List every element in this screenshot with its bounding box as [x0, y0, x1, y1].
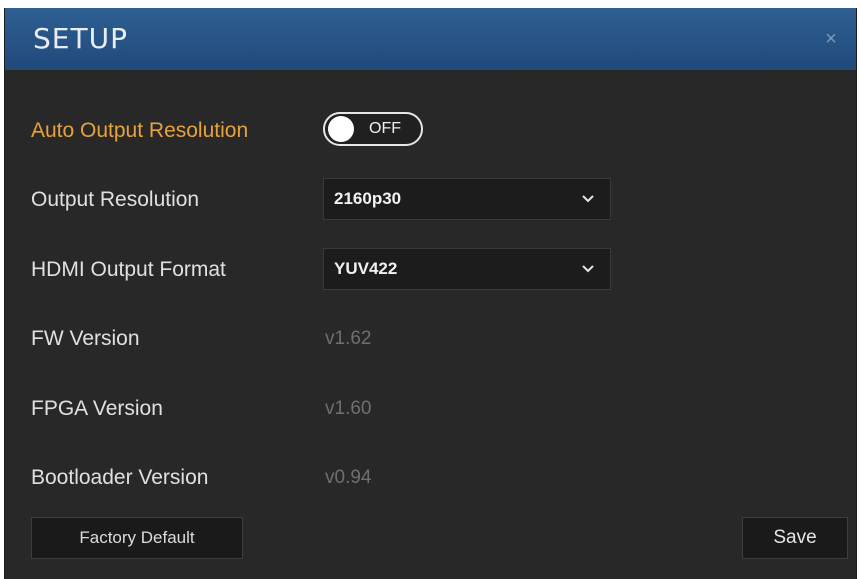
- fpga-version-label: FPGA Version: [31, 397, 163, 420]
- bootloader-version-value: v0.94: [325, 467, 372, 488]
- hdmi-output-format-label: HDMI Output Format: [31, 258, 226, 281]
- save-button[interactable]: Save: [742, 517, 848, 559]
- setup-dialog: SETUP × Auto Output Resolution OFF Outpu…: [4, 8, 857, 579]
- auto-output-resolution-toggle[interactable]: OFF: [323, 112, 423, 146]
- title-bar: SETUP ×: [5, 8, 856, 70]
- auto-output-resolution-label: Auto Output Resolution: [31, 119, 249, 142]
- hdmi-output-format-select[interactable]: YUV422: [323, 248, 611, 290]
- fpga-version-value: v1.60: [325, 398, 372, 419]
- output-resolution-select[interactable]: 2160p30: [323, 178, 611, 220]
- fw-version-label: FW Version: [31, 327, 140, 350]
- bootloader-version-label: Bootloader Version: [31, 466, 209, 489]
- output-resolution-label: Output Resolution: [31, 188, 200, 211]
- close-icon[interactable]: ×: [822, 29, 840, 49]
- toggle-knob: [328, 116, 354, 142]
- hdmi-output-format-value: YUV422: [334, 259, 398, 278]
- dialog-title: SETUP: [33, 22, 128, 55]
- toggle-state-text: OFF: [369, 120, 401, 137]
- chevron-down-icon: [582, 265, 594, 273]
- chevron-down-icon: [582, 195, 594, 203]
- fw-version-value: v1.62: [325, 328, 372, 349]
- factory-default-button[interactable]: Factory Default: [31, 517, 243, 559]
- output-resolution-value: 2160p30: [334, 189, 402, 208]
